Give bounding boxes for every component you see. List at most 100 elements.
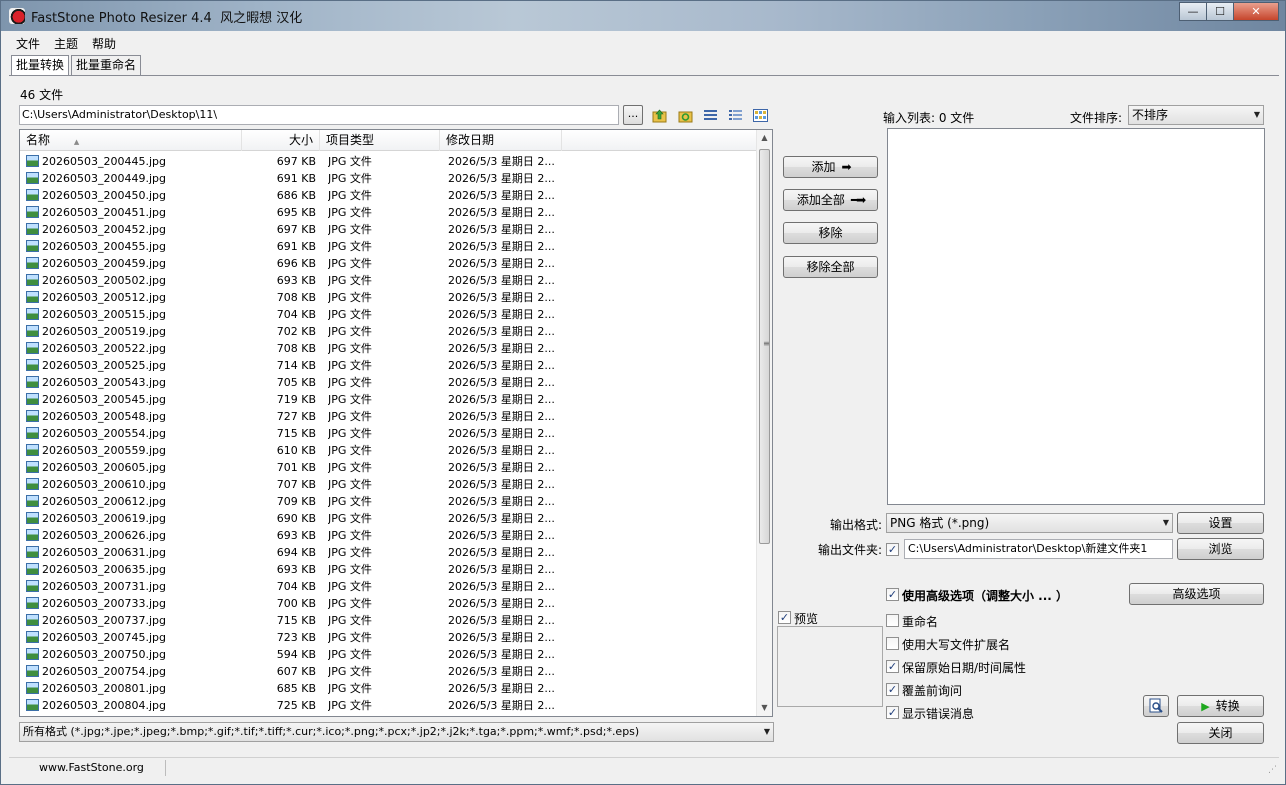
output-format-select[interactable]: PNG 格式 (*.png) ▼ (886, 513, 1173, 533)
menu-file[interactable]: 文件 (9, 35, 47, 53)
file-size: 702 KB (276, 325, 316, 338)
resize-grip-icon[interactable]: ⋰ (1268, 765, 1277, 775)
file-row[interactable]: 20260503_200801.jpg 685 KB JPG 文件 2026/5/3 … (20, 680, 758, 697)
advanced-options-checkbox[interactable]: ✓ (886, 588, 899, 601)
file-type: JPG 文件 (328, 461, 372, 474)
file-row[interactable]: 20260503_200610.jpg 707 KB JPG 文件 2026/5/3 … (20, 476, 758, 493)
details-view-icon[interactable] (703, 108, 718, 123)
uppercase-ext-label[interactable]: 使用大写文件扩展名 (902, 636, 1010, 653)
preview-output-button[interactable] (1143, 695, 1169, 717)
advanced-options-button[interactable]: 高级选项 (1129, 583, 1264, 605)
file-row[interactable]: 20260503_200522.jpg 708 KB JPG 文件 2026/5/3 … (20, 340, 758, 357)
file-row[interactable]: 20260503_200515.jpg 704 KB JPG 文件 2026/5/3 … (20, 306, 758, 323)
file-row[interactable]: 20260503_200750.jpg 594 KB JPG 文件 2026/5/3 … (20, 646, 758, 663)
convert-button[interactable]: ▶ 转换 (1177, 695, 1264, 717)
column-name[interactable]: 名称 ▲ (20, 130, 242, 151)
file-row[interactable]: 20260503_200631.jpg 694 KB JPG 文件 2026/5/3 … (20, 544, 758, 561)
maximize-button[interactable]: ☐ (1206, 2, 1234, 21)
menu-theme[interactable]: 主题 (47, 35, 85, 53)
refresh-folder-icon[interactable] (678, 108, 693, 123)
rename-checkbox[interactable] (886, 614, 899, 627)
advanced-options-label[interactable]: 使用高级选项（调整大小 ... ） (902, 587, 1068, 604)
file-row[interactable]: 20260503_200619.jpg 690 KB JPG 文件 2026/5/3 … (20, 510, 758, 527)
keep-datetime-checkbox[interactable]: ✓ (886, 660, 899, 673)
image-file-icon (26, 223, 39, 235)
file-row[interactable]: 20260503_200445.jpg 697 KB JPG 文件 2026/5/3 … (20, 153, 758, 170)
ask-overwrite-checkbox[interactable]: ✓ (886, 683, 899, 696)
scroll-up-icon[interactable]: ▲ (757, 130, 772, 146)
file-row[interactable]: 20260503_200745.jpg 723 KB JPG 文件 2026/5/3 … (20, 629, 758, 646)
remove-button[interactable]: 移除 (783, 222, 878, 244)
file-row[interactable]: 20260503_200554.jpg 715 KB JPG 文件 2026/5/3 … (20, 425, 758, 442)
file-row[interactable]: 20260503_200804.jpg 725 KB JPG 文件 2026/5/3 … (20, 697, 758, 714)
file-row[interactable]: 20260503_200548.jpg 727 KB JPG 文件 2026/5/3 … (20, 408, 758, 425)
close-window-button[interactable]: ✕ (1233, 2, 1279, 21)
show-errors-checkbox[interactable]: ✓ (886, 706, 899, 719)
list-view-icon[interactable] (728, 108, 743, 123)
column-type[interactable]: 项目类型 (320, 130, 440, 151)
thumbnail-view-icon[interactable] (753, 108, 768, 123)
file-row[interactable]: 20260503_200452.jpg 697 KB JPG 文件 2026/5/3 … (20, 221, 758, 238)
file-row[interactable]: 20260503_200459.jpg 696 KB JPG 文件 2026/5/3 … (20, 255, 758, 272)
file-row[interactable]: 20260503_200559.jpg 610 KB JPG 文件 2026/5/3 … (20, 442, 758, 459)
website-link[interactable]: www.FastStone.org (39, 761, 144, 774)
title-bar[interactable]: FastStone Photo Resizer 4.4 风之暇想 汉化 — ☐ … (1, 1, 1285, 31)
file-size: 705 KB (276, 376, 316, 389)
file-row[interactable]: 20260503_200450.jpg 686 KB JPG 文件 2026/5/3 … (20, 187, 758, 204)
rename-label[interactable]: 重命名 (902, 613, 938, 630)
file-row[interactable]: 20260503_200455.jpg 691 KB JPG 文件 2026/5/3 … (20, 238, 758, 255)
browse-output-button[interactable]: 浏览 (1177, 538, 1264, 560)
file-row[interactable]: 20260503_200502.jpg 693 KB JPG 文件 2026/5/3 … (20, 272, 758, 289)
file-row[interactable]: 20260503_200605.jpg 701 KB JPG 文件 2026/5/3 … (20, 459, 758, 476)
add-button[interactable]: 添加 ➡ (783, 156, 878, 178)
file-row[interactable]: 20260503_200754.jpg 607 KB JPG 文件 2026/5/3 … (20, 663, 758, 680)
sort-select[interactable]: 不排序 ▼ (1128, 105, 1264, 125)
output-folder-label: 输出文件夹: (818, 543, 883, 557)
input-file-list[interactable] (887, 128, 1265, 505)
ask-overwrite-label[interactable]: 覆盖前询问 (902, 682, 962, 699)
file-row[interactable]: 20260503_200626.jpg 693 KB JPG 文件 2026/5/3 … (20, 527, 758, 544)
file-name: 20260503_200548.jpg (42, 410, 166, 423)
file-row[interactable]: 20260503_200512.jpg 708 KB JPG 文件 2026/5/3 … (20, 289, 758, 306)
keep-datetime-label[interactable]: 保留原始日期/时间属性 (902, 659, 1026, 676)
column-date[interactable]: 修改日期 (440, 130, 562, 151)
file-row[interactable]: 20260503_200635.jpg 693 KB JPG 文件 2026/5/3 … (20, 561, 758, 578)
scroll-down-icon[interactable]: ▼ (757, 700, 772, 716)
menu-help[interactable]: 帮助 (85, 35, 123, 53)
tab-batch-convert[interactable]: 批量转换 (11, 55, 70, 76)
file-row[interactable]: 20260503_200543.jpg 705 KB JPG 文件 2026/5/3 … (20, 374, 758, 391)
output-folder-checkbox[interactable]: ✓ (886, 543, 899, 556)
close-button[interactable]: 关闭 (1177, 722, 1264, 744)
output-folder-input[interactable]: C:\Users\Administrator\Desktop\新建文件夹1 (904, 539, 1173, 559)
file-row[interactable]: 20260503_200525.jpg 714 KB JPG 文件 2026/5/3 … (20, 357, 758, 374)
source-path-input[interactable]: C:\Users\Administrator\Desktop\11\ (19, 105, 619, 125)
file-row[interactable]: 20260503_200519.jpg 702 KB JPG 文件 2026/5/3 … (20, 323, 758, 340)
scrollbar-thumb[interactable]: ≡ (759, 149, 770, 544)
file-type-filter-select[interactable]: 所有格式 (*.jpg;*.jpe;*.jpeg;*.bmp;*.gif;*.t… (19, 722, 774, 742)
file-type: JPG 文件 (328, 376, 372, 389)
file-type: JPG 文件 (328, 512, 372, 525)
preview-checkbox[interactable]: ✓ (778, 611, 791, 624)
settings-button[interactable]: 设置 (1177, 512, 1264, 534)
file-size: 686 KB (276, 189, 316, 202)
file-row[interactable]: 20260503_200612.jpg 709 KB JPG 文件 2026/5/3 … (20, 493, 758, 510)
column-size[interactable]: 大小 (242, 130, 320, 151)
minimize-button[interactable]: — (1179, 2, 1207, 21)
add-all-button[interactable]: 添加全部 ━➡ (783, 189, 878, 211)
file-row[interactable]: 20260503_200733.jpg 700 KB JPG 文件 2026/5/3 … (20, 595, 758, 612)
tab-batch-rename[interactable]: 批量重命名 (71, 55, 142, 75)
browse-folder-button[interactable]: ... (623, 105, 643, 125)
remove-all-button[interactable]: 移除全部 (783, 256, 878, 278)
preview-label[interactable]: 预览 (794, 610, 818, 627)
show-errors-label[interactable]: 显示错误消息 (902, 705, 974, 722)
file-row[interactable]: 20260503_200737.jpg 715 KB JPG 文件 2026/5/3 … (20, 612, 758, 629)
file-row[interactable]: 20260503_200451.jpg 695 KB JPG 文件 2026/5/3 … (20, 204, 758, 221)
file-row[interactable]: 20260503_200449.jpg 691 KB JPG 文件 2026/5/3 … (20, 170, 758, 187)
file-row[interactable]: 20260503_200545.jpg 719 KB JPG 文件 2026/5/3 … (20, 391, 758, 408)
file-list[interactable]: 名称 ▲ 大小 项目类型 修改日期 20260503_200445.jpg 697… (19, 129, 773, 717)
file-row[interactable]: 20260503_200731.jpg 704 KB JPG 文件 2026/5/3 … (20, 578, 758, 595)
parent-folder-icon[interactable] (652, 108, 667, 123)
file-name: 20260503_200543.jpg (42, 376, 166, 389)
uppercase-ext-checkbox[interactable] (886, 637, 899, 650)
file-list-scrollbar[interactable]: ▲ ≡ ▼ (756, 130, 772, 716)
